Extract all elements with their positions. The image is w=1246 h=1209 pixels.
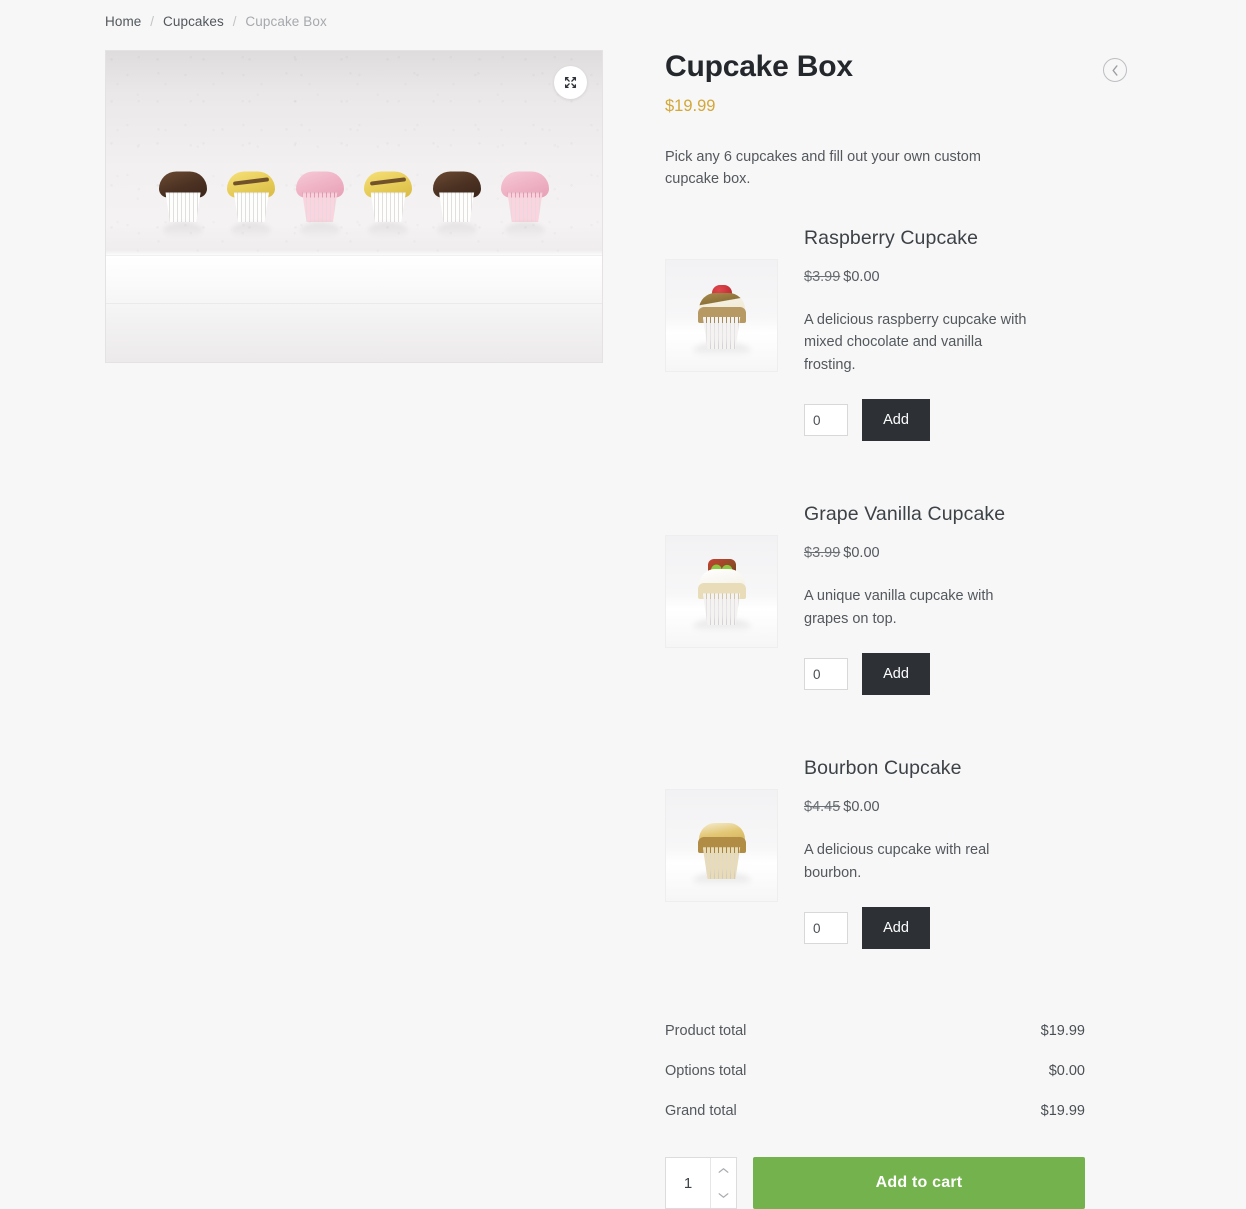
option-title: Raspberry Cupcake [804, 226, 979, 249]
bourbon-cupcake-thumbnail[interactable] [665, 789, 778, 903]
expand-icon[interactable] [554, 66, 587, 99]
mini-cupcake [291, 166, 349, 239]
option-add-button[interactable]: Add [862, 399, 930, 442]
total-label: Product total [665, 1023, 747, 1040]
total-value: $19.99 [1040, 1103, 1085, 1120]
total-value: $0.00 [1048, 1063, 1085, 1080]
total-label: Options total [665, 1063, 747, 1080]
option-price-current: $0.00 [843, 799, 880, 816]
option-prices: $3.99 $0.00 [804, 545, 1085, 561]
product-gallery[interactable] [105, 50, 603, 363]
cart-row: Add to cart [665, 1157, 1085, 1209]
breadcrumb-separator: / [150, 14, 155, 29]
product-options-list: Raspberry Cupcake $3.99 $0.00 A delicious… [665, 226, 1085, 950]
product-option: Bourbon Cupcake $4.45 $0.00 A delicious c… [665, 757, 1085, 950]
breadcrumb: Home / Cupcakes / Cupcake Box [105, 14, 327, 29]
chevron-up-icon[interactable] [711, 1158, 736, 1183]
mini-cupcake [496, 166, 554, 239]
option-title: Bourbon Cupcake [804, 757, 962, 780]
mini-cupcake [222, 166, 280, 239]
cupcake-row [154, 151, 554, 239]
product-details: Cupcake Box $19.99 Pick any 6 cupcakes a… [665, 50, 1127, 1209]
mini-cupcake [359, 166, 417, 239]
total-row-options: Options total $0.00 [665, 1051, 1085, 1091]
chevron-down-icon[interactable] [711, 1183, 736, 1208]
product-hero-image [106, 51, 602, 362]
option-controls: Add [804, 399, 1085, 442]
option-description: A delicious raspberry cupcake with mixed… [804, 311, 1027, 373]
option-prices: $4.45 $0.00 [804, 799, 1085, 815]
breadcrumb-link-home[interactable]: Home [105, 14, 141, 29]
option-quantity-input[interactable] [804, 912, 848, 945]
option-prices: $3.99 $0.00 [804, 269, 1085, 285]
cart-quantity-input[interactable] [666, 1158, 710, 1209]
option-add-button[interactable]: Add [862, 907, 930, 950]
option-quantity-input[interactable] [804, 658, 848, 691]
option-price-original: $3.99 [804, 545, 841, 562]
chevron-left-circle-icon[interactable] [1103, 58, 1127, 82]
shelf [106, 256, 602, 362]
breadcrumb-link-cupcakes[interactable]: Cupcakes [163, 14, 224, 29]
option-title: Grape Vanilla Cupcake [804, 503, 1006, 526]
option-quantity-input[interactable] [804, 404, 848, 437]
breadcrumb-current: Cupcake Box [245, 14, 327, 29]
product-price: $19.99 [665, 97, 716, 115]
product-option: Grape Vanilla Cupcake $3.99 $0.00 A uniqu… [665, 503, 1085, 696]
product-description: Pick any 6 cupcakes and fill out your ow… [665, 149, 981, 188]
option-controls: Add [804, 653, 1085, 696]
total-row-product: Product total $19.99 [665, 1011, 1085, 1051]
mini-cupcake [428, 166, 486, 239]
add-to-cart-button[interactable]: Add to cart [753, 1157, 1085, 1209]
option-description: A unique vanilla cupcake with grapes on … [804, 588, 994, 627]
option-price-original: $4.45 [804, 799, 841, 816]
stepper-arrows [710, 1158, 736, 1209]
totals-summary: Product total $19.99 Options total $0.00… [665, 1011, 1085, 1131]
option-add-button[interactable]: Add [862, 653, 930, 696]
total-label: Grand total [665, 1103, 737, 1120]
breadcrumb-separator: / [232, 14, 237, 29]
mini-cupcake [154, 166, 212, 239]
page-title: Cupcake Box [665, 50, 853, 83]
option-controls: Add [804, 907, 1085, 950]
total-value: $19.99 [1040, 1023, 1085, 1040]
option-price-current: $0.00 [843, 268, 880, 285]
raspberry-cupcake-thumbnail[interactable] [665, 258, 778, 372]
total-row-grand: Grand total $19.99 [665, 1091, 1085, 1131]
option-price-current: $0.00 [843, 545, 880, 562]
product-option: Raspberry Cupcake $3.99 $0.00 A delicious… [665, 226, 1085, 442]
option-description: A delicious cupcake with real bourbon. [804, 842, 990, 881]
title-row: Cupcake Box [665, 50, 1127, 83]
quantity-stepper[interactable] [665, 1157, 737, 1209]
grape-vanilla-cupcake-thumbnail[interactable] [665, 535, 778, 649]
option-price-original: $3.99 [804, 268, 841, 285]
